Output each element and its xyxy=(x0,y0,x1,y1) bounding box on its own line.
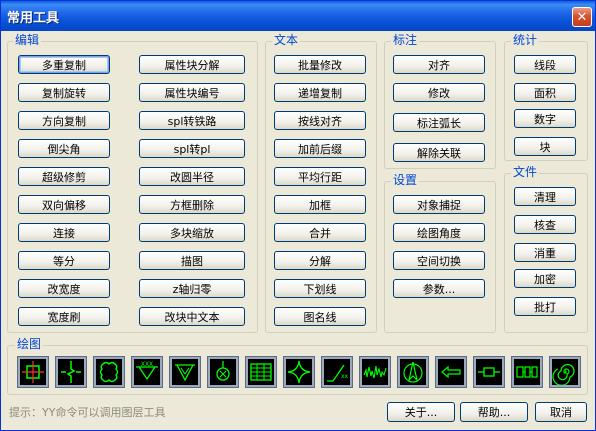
crosshair-box-icon xyxy=(22,361,44,383)
button-spl-to-pl[interactable]: spl转pl xyxy=(139,139,245,158)
dialog-window: 常用工具 ✕ 编辑 文本 标注 设置 统计 文件 绘图 多重复制 复制旋转 方向… xyxy=(0,0,596,431)
arrow-left-icon xyxy=(441,365,461,379)
break-line-icon xyxy=(61,361,81,383)
group-edit-label: 编辑 xyxy=(13,33,42,47)
diagonal-mark-icon: xx xyxy=(327,364,349,382)
button-add-prefix-suffix[interactable]: 加前后缀 xyxy=(274,139,366,158)
cancel-button[interactable]: 取消 xyxy=(535,402,587,422)
button-increment-copy[interactable]: 递增复制 xyxy=(274,83,366,102)
draw-button-5[interactable] xyxy=(169,356,201,388)
draw-button-9[interactable]: xx xyxy=(321,356,353,388)
title-bar[interactable]: 常用工具 ✕ xyxy=(1,1,595,31)
button-draw-angle[interactable]: 绘图角度 xyxy=(393,223,485,242)
button-count-segments[interactable]: 线段 xyxy=(514,55,576,74)
close-icon: ✕ xyxy=(576,9,588,25)
button-batch-modify[interactable]: 批量修改 xyxy=(274,55,366,74)
button-add-frame[interactable]: 加框 xyxy=(274,195,366,214)
button-object-snap[interactable]: 对象捕捉 xyxy=(393,195,485,214)
about-button[interactable]: 关于... xyxy=(387,402,455,422)
button-explode-text[interactable]: 分解 xyxy=(274,251,366,270)
button-connect[interactable]: 连接 xyxy=(18,223,110,242)
button-change-width[interactable]: 改宽度 xyxy=(18,279,110,298)
button-file-purge[interactable]: 清理 xyxy=(514,187,576,206)
button-box-delete[interactable]: 方框删除 xyxy=(139,195,245,214)
button-change-circle-radius[interactable]: 改圆半径 xyxy=(139,167,245,186)
button-divide[interactable]: 等分 xyxy=(18,251,110,270)
group-draw-label: 绘图 xyxy=(15,337,44,351)
button-width-brush[interactable]: 宽度刷 xyxy=(18,307,110,326)
draw-button-8[interactable] xyxy=(283,356,315,388)
button-trace[interactable]: 描图 xyxy=(139,251,245,270)
button-count-area[interactable]: 面积 xyxy=(514,83,576,102)
button-edit-block-text[interactable]: 改块中文本 xyxy=(139,307,245,326)
cloud-outline-icon xyxy=(99,361,119,383)
group-settings-label: 设置 xyxy=(391,173,420,187)
button-parameters[interactable]: 参数... xyxy=(393,279,485,298)
draw-button-10[interactable] xyxy=(359,356,391,388)
draw-button-1[interactable] xyxy=(17,356,49,388)
button-direction-copy[interactable]: 方向复制 xyxy=(18,111,110,130)
button-average-line-spacing[interactable]: 平均行距 xyxy=(274,167,366,186)
resistor-icon xyxy=(478,367,500,377)
button-underline[interactable]: 下划线 xyxy=(274,279,366,298)
button-align-by-line[interactable]: 按线对齐 xyxy=(274,111,366,130)
button-dim-align[interactable]: 对齐 xyxy=(393,55,485,74)
group-text-label: 文本 xyxy=(272,33,301,47)
button-merge-text[interactable]: 合并 xyxy=(274,223,366,242)
draw-button-2[interactable] xyxy=(55,356,87,388)
button-explode-attr-block[interactable]: 属性块分解 xyxy=(139,55,245,74)
close-button[interactable]: ✕ xyxy=(572,7,592,27)
svg-text:XXX: XXX xyxy=(141,361,153,368)
hint-text: 提示：YY命令可以调用图层工具 xyxy=(9,406,166,419)
triangle-hatch-icon: XXX xyxy=(136,361,158,381)
button-spl-to-rail[interactable]: spl转铁路 xyxy=(139,111,245,130)
draw-button-13[interactable] xyxy=(473,356,505,388)
group-stats-label: 统计 xyxy=(511,33,540,47)
button-multi-copy[interactable]: 多重复制 xyxy=(18,55,110,74)
button-file-batch-plot[interactable]: 批打 xyxy=(514,297,576,316)
group-annotate-label: 标注 xyxy=(391,33,420,47)
window-title: 常用工具 xyxy=(7,11,60,26)
draw-button-12[interactable] xyxy=(435,356,467,388)
button-file-encrypt[interactable]: 加密 xyxy=(514,269,576,288)
draw-button-3[interactable] xyxy=(93,356,125,388)
svg-text:xx: xx xyxy=(341,373,349,380)
draw-button-14[interactable] xyxy=(511,356,543,388)
button-z-axis-zero[interactable]: z轴归零 xyxy=(139,279,245,298)
button-file-dedupe[interactable]: 消重 xyxy=(514,243,576,262)
draw-button-15[interactable] xyxy=(549,356,581,388)
draw-button-4[interactable]: XXX xyxy=(131,356,163,388)
draw-button-7[interactable] xyxy=(245,356,277,388)
button-dim-modify[interactable]: 修改 xyxy=(393,83,485,102)
button-dim-arc-length[interactable]: 标注弧长 xyxy=(393,113,485,132)
button-chamfer-sharp[interactable]: 倒尖角 xyxy=(18,139,110,158)
help-button[interactable]: 帮助... xyxy=(460,402,528,422)
group-file-label: 文件 xyxy=(511,165,540,179)
segment-blocks-icon xyxy=(516,366,538,378)
button-copy-rotate[interactable]: 复制旋转 xyxy=(18,83,110,102)
grid-table-icon xyxy=(250,363,272,381)
button-space-switch[interactable]: 空间切换 xyxy=(393,251,485,270)
draw-button-6[interactable] xyxy=(207,356,239,388)
button-count-blocks[interactable]: 块 xyxy=(514,137,576,156)
button-multi-block-scale[interactable]: 多块缩放 xyxy=(139,223,245,242)
button-file-audit[interactable]: 核查 xyxy=(514,215,576,234)
button-count-numbers[interactable]: 数字 xyxy=(514,109,576,128)
button-title-line[interactable]: 图名线 xyxy=(274,307,366,326)
button-number-attr-block[interactable]: 属性块编号 xyxy=(139,83,245,102)
spiral-icon xyxy=(552,363,575,385)
button-double-offset[interactable]: 双向偏移 xyxy=(18,195,110,214)
button-super-trim[interactable]: 超级修剪 xyxy=(18,167,110,186)
north-arrow-icon xyxy=(403,361,423,383)
draw-button-11[interactable] xyxy=(397,356,429,388)
zigzag-noise-icon xyxy=(363,365,387,379)
button-dim-disassociate[interactable]: 解除关联 xyxy=(393,143,485,162)
star-shape-icon xyxy=(287,360,311,384)
hatch-vee-icon xyxy=(175,364,195,382)
circle-pin-icon xyxy=(216,361,230,381)
